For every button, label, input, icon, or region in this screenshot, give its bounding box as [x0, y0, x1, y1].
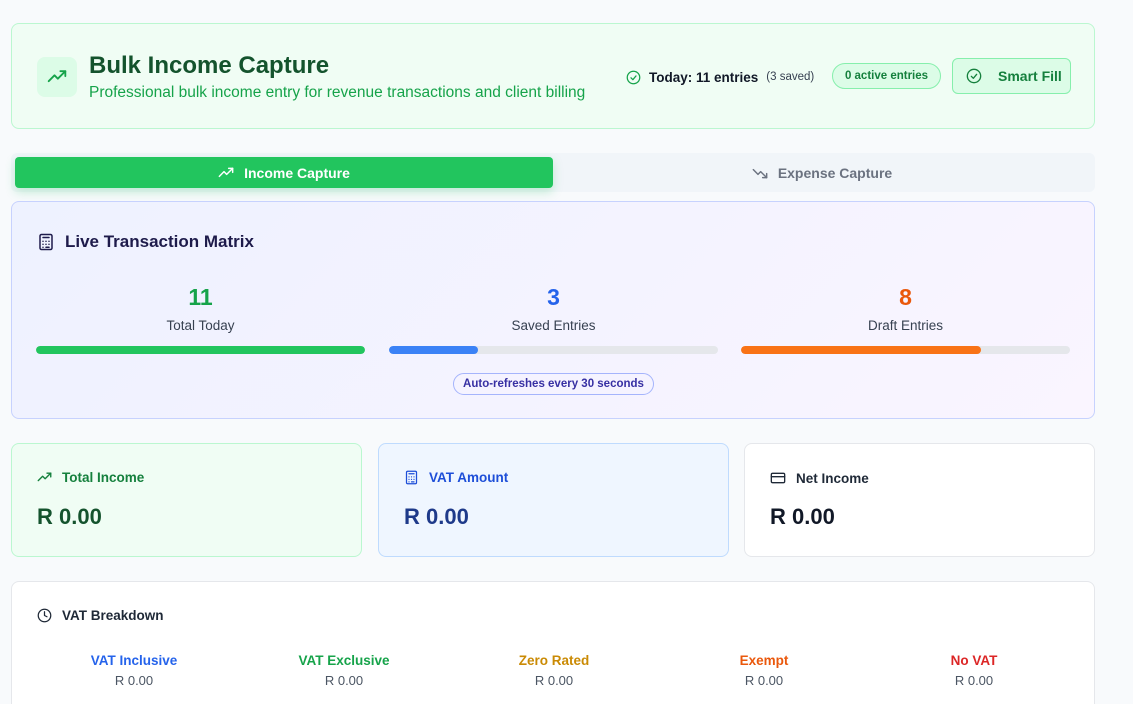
credit-card-icon — [770, 470, 786, 486]
matrix-title: Live Transaction Matrix — [37, 232, 254, 252]
breakdown-value: R 0.00 — [744, 673, 784, 688]
breakdown-vat-exclusive: VAT Exclusive R 0.00 — [239, 653, 449, 688]
net-income-card: Net Income R 0.00 — [744, 443, 1095, 557]
progress-bar-total — [36, 346, 365, 354]
tab-expense-capture[interactable]: Expense Capture — [553, 157, 1091, 188]
today-summary: Today: 11 entries (3 saved) — [626, 68, 814, 86]
stat-label: Saved Entries — [511, 318, 596, 333]
breakdown-vat-inclusive: VAT Inclusive R 0.00 — [29, 653, 239, 688]
stat-draft-entries: 8 Draft Entries — [741, 282, 1070, 333]
breakdown-value: R 0.00 — [534, 673, 574, 688]
calculator-icon — [37, 233, 55, 251]
smart-fill-label: Smart Fill — [998, 68, 1062, 84]
breakdown-exempt: Exempt R 0.00 — [659, 653, 869, 688]
page: Bulk Income Capture Professional bulk in… — [0, 0, 1133, 704]
card-header: Total Income — [37, 470, 144, 485]
card-label: Total Income — [62, 470, 145, 485]
card-header: Net Income — [770, 470, 869, 486]
clock-icon — [37, 608, 52, 623]
breakdown-title-text: VAT Breakdown — [62, 608, 164, 623]
stat-saved-entries: 3 Saved Entries — [389, 282, 718, 333]
progress-fill — [389, 346, 478, 354]
progress-bar-draft — [741, 346, 1070, 354]
auto-refresh-badge: Auto-refreshes every 30 seconds — [453, 373, 654, 395]
progress-fill — [36, 346, 365, 354]
trending-up-icon — [218, 165, 234, 181]
stat-value: 3 — [547, 284, 560, 310]
stat-value: 8 — [899, 284, 912, 310]
check-circle-icon — [966, 68, 982, 84]
breakdown-value: R 0.00 — [954, 673, 994, 688]
calculator-icon — [404, 470, 419, 485]
breakdown-no-vat: No VAT R 0.00 — [869, 653, 1079, 688]
breakdown-label: Exempt — [739, 653, 789, 668]
smart-fill-button[interactable]: Smart Fill — [952, 58, 1071, 94]
check-circle-icon — [626, 70, 641, 85]
progress-bar-saved — [389, 346, 718, 354]
progress-fill — [741, 346, 982, 354]
stat-label: Draft Entries — [867, 318, 944, 333]
total-income-value: R 0.00 — [37, 504, 102, 529]
capture-tabs: Income Capture Expense Capture — [11, 153, 1095, 192]
breakdown-label: VAT Inclusive — [90, 653, 178, 668]
vat-amount-card: VAT Amount R 0.00 — [378, 443, 729, 557]
breakdown-label: No VAT — [950, 653, 998, 668]
matrix-title-text: Live Transaction Matrix — [65, 232, 254, 251]
card-label: VAT Amount — [429, 470, 509, 485]
stat-value: 11 — [188, 284, 213, 310]
stat-label: Total Today — [166, 318, 235, 333]
trending-up-icon — [37, 470, 52, 485]
active-entries-badge: 0 active entries — [832, 63, 941, 89]
page-title: Bulk Income Capture — [89, 52, 330, 79]
transaction-matrix-card: Live Transaction Matrix 11 Total Today 3… — [11, 201, 1095, 419]
trending-up-icon — [37, 57, 77, 97]
breakdown-label: VAT Exclusive — [298, 653, 390, 668]
page-subtitle: Professional bulk income entry for reven… — [89, 84, 586, 101]
trending-down-icon — [752, 165, 768, 181]
card-header: VAT Amount — [404, 470, 508, 485]
tab-label: Income Capture — [244, 164, 350, 181]
vat-amount-value: R 0.00 — [404, 504, 469, 529]
tab-label: Expense Capture — [777, 164, 893, 181]
tab-income-capture[interactable]: Income Capture — [15, 157, 553, 188]
vat-breakdown-card: VAT Breakdown VAT Inclusive R 0.00 VAT E… — [11, 581, 1095, 704]
breakdown-value: R 0.00 — [114, 673, 154, 688]
today-entries: Today: 11 entries — [649, 69, 759, 85]
today-saved: (3 saved) — [766, 71, 815, 83]
breakdown-label: Zero Rated — [518, 653, 590, 668]
breakdown-title: VAT Breakdown — [37, 608, 164, 623]
card-label: Net Income — [796, 470, 869, 486]
breakdown-zero-rated: Zero Rated R 0.00 — [449, 653, 659, 688]
stat-total-today: 11 Total Today — [36, 282, 365, 333]
net-income-value: R 0.00 — [770, 504, 835, 529]
total-income-card: Total Income R 0.00 — [11, 443, 362, 557]
breakdown-value: R 0.00 — [324, 673, 364, 688]
header-card: Bulk Income Capture Professional bulk in… — [11, 23, 1095, 129]
